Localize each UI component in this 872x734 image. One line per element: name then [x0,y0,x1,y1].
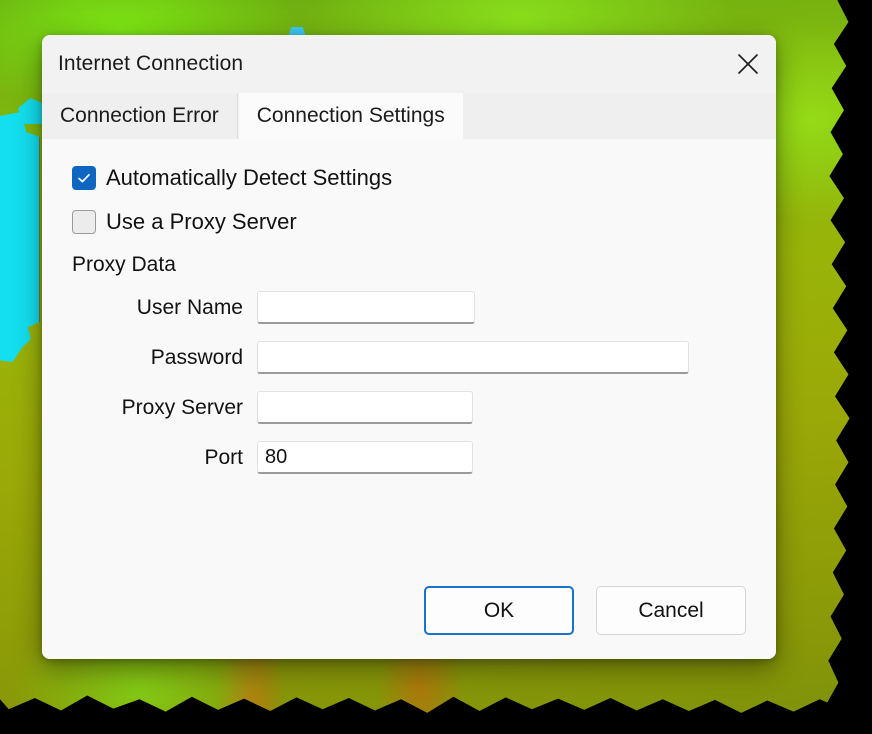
tab-connection-error[interactable]: Connection Error [42,93,238,139]
field-row-password: Password [72,341,746,374]
password-label: Password [150,345,243,369]
dialog-title: Internet Connection [58,52,244,75]
dialog-titlebar[interactable]: Internet Connection [42,35,776,93]
dialog-footer: OK Cancel [424,586,746,635]
field-row-proxy-server: Proxy Server [72,391,746,424]
user-name-input[interactable] [257,291,475,324]
proxy-server-input[interactable] [257,391,473,424]
checkbox-auto-detect-settings[interactable]: Automatically Detect Settings [72,165,392,191]
password-input[interactable] [257,341,689,374]
desktop-background: Internet Connection Connection Error Con… [0,0,872,734]
checkmark-icon [76,170,92,186]
field-row-user-name: User Name [72,291,746,324]
checkbox-use-proxy-server-label: Use a Proxy Server [106,209,297,234]
tab-connection-settings[interactable]: Connection Settings [238,93,463,139]
checkbox-auto-detect-settings-box[interactable] [72,166,96,190]
field-row-port: Port [72,441,746,474]
checkbox-auto-detect-settings-label: Automatically Detect Settings [106,165,393,190]
checkbox-use-proxy-server[interactable]: Use a Proxy Server [72,209,297,235]
internet-connection-dialog: Internet Connection Connection Error Con… [42,35,776,659]
tab-strip-filler [462,93,776,139]
close-icon [736,52,760,76]
tab-connection-error-label: Connection Error [60,104,219,127]
ok-button[interactable]: OK [424,586,574,635]
port-label: Port [204,445,243,469]
cancel-button[interactable]: Cancel [596,586,746,635]
water-body-left [0,112,40,362]
port-input[interactable] [257,441,473,474]
checkbox-use-proxy-server-box[interactable] [72,210,96,234]
proxy-server-label: Proxy Server [121,395,243,419]
close-button[interactable] [720,35,776,93]
user-name-label: User Name [136,295,243,319]
tab-connection-settings-label: Connection Settings [256,104,445,127]
connection-settings-panel: Automatically Detect Settings Use a Prox… [42,139,776,659]
proxy-data-group-label: Proxy Data [72,253,176,276]
tab-strip: Connection Error Connection Settings [42,93,776,139]
